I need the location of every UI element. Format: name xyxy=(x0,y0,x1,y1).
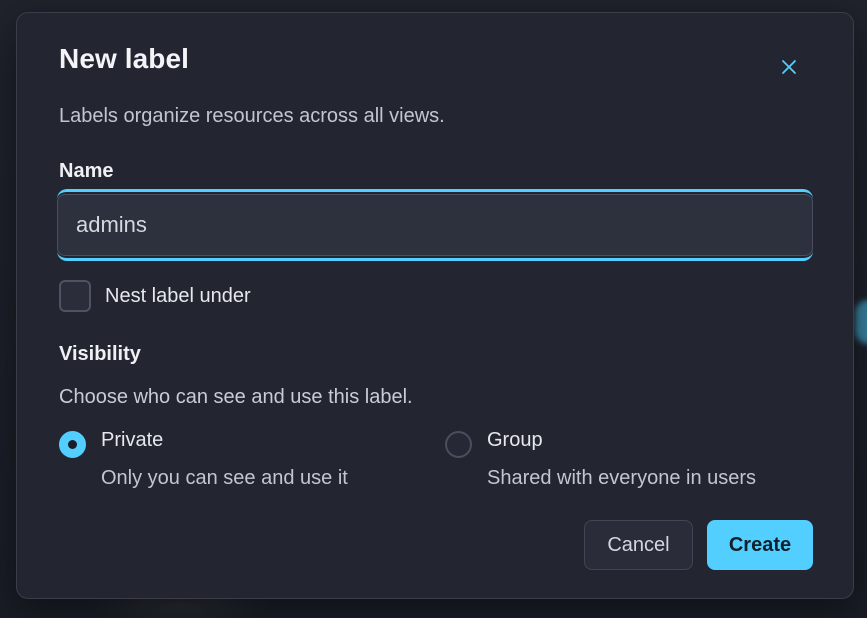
name-input-focus-ring xyxy=(57,189,813,261)
create-button[interactable]: Create xyxy=(707,520,813,570)
background-accent-shape xyxy=(855,300,867,344)
new-label-dialog: New label Labels organize resources acro… xyxy=(16,12,854,599)
group-radio[interactable] xyxy=(445,431,472,458)
visibility-description: Choose who can see and use this label. xyxy=(59,386,413,408)
group-option-title: Group xyxy=(487,429,543,451)
name-field-label: Name xyxy=(59,160,114,182)
nest-label-checkbox-row[interactable]: Nest label under xyxy=(59,280,251,312)
group-option-description: Shared with everyone in users xyxy=(487,467,757,489)
private-option-title: Private xyxy=(101,429,164,451)
private-option-description: Only you can see and use it xyxy=(101,467,348,489)
nest-label-checkbox[interactable] xyxy=(59,280,91,312)
name-input[interactable] xyxy=(57,194,813,256)
private-radio[interactable] xyxy=(59,431,86,458)
close-icon xyxy=(782,60,796,74)
close-button[interactable] xyxy=(777,55,801,79)
visibility-title: Visibility xyxy=(59,343,141,365)
dialog-subtitle: Labels organize resources across all vie… xyxy=(59,105,445,127)
dialog-title: New label xyxy=(59,43,190,74)
nest-label-checkbox-label: Nest label under xyxy=(105,284,251,307)
cancel-button[interactable]: Cancel xyxy=(584,520,693,570)
